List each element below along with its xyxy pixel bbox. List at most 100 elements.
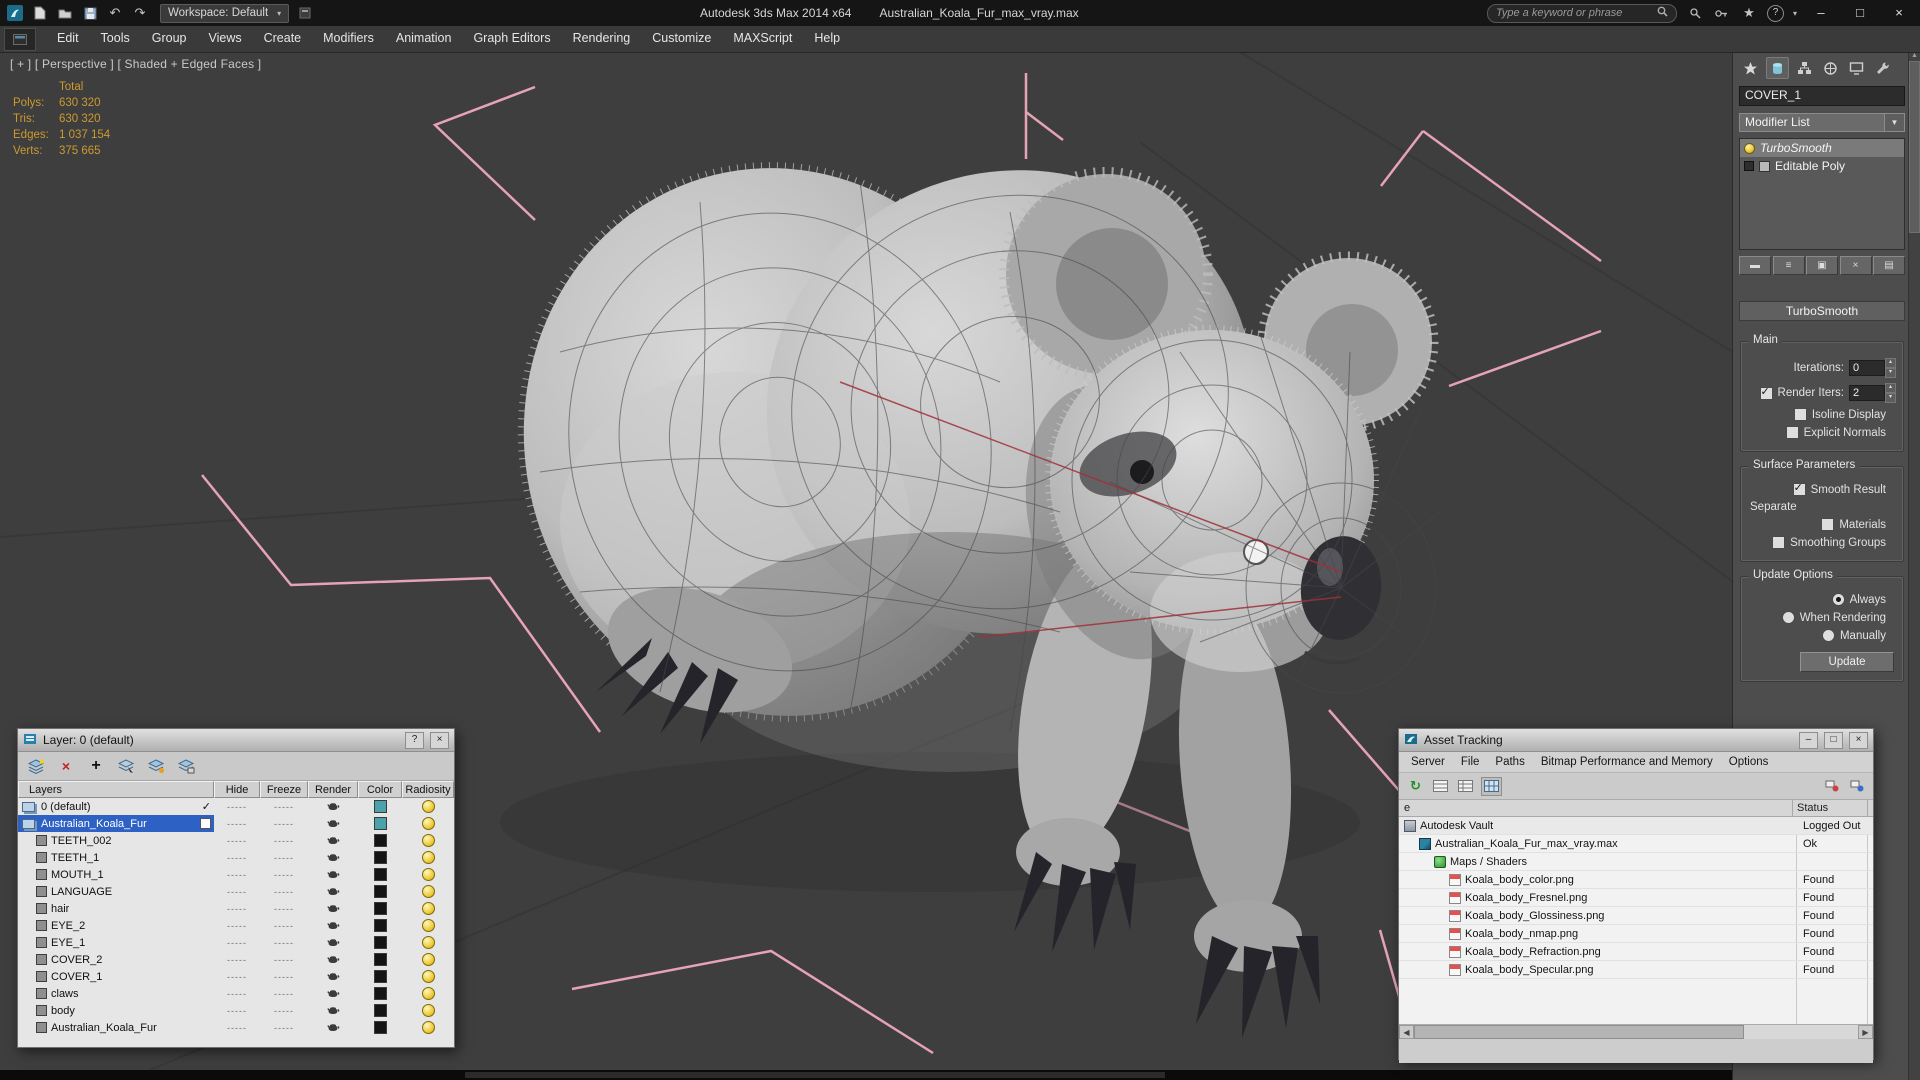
layer-properties-icon[interactable] xyxy=(176,757,196,775)
render-iters-spinner[interactable]: 2 ▴ ▾ xyxy=(1849,383,1896,403)
undo-icon[interactable]: ↶ xyxy=(106,4,124,22)
color-swatch[interactable] xyxy=(358,985,402,1002)
layer-column-render[interactable]: Render xyxy=(308,781,358,798)
delete-layer-icon[interactable]: × xyxy=(56,757,76,775)
tab-utilities-icon[interactable] xyxy=(1872,58,1893,78)
close-icon[interactable]: × xyxy=(430,731,449,749)
stack-item-turbosmooth[interactable]: TurboSmooth xyxy=(1740,139,1904,157)
color-swatch[interactable] xyxy=(358,900,402,917)
hide-toggle[interactable]: ----- xyxy=(214,815,260,832)
open-file-icon[interactable] xyxy=(56,4,74,22)
layer-row-eye-2-7[interactable]: EYE_2 ----- ----- xyxy=(18,917,454,934)
radiosity-toggle[interactable] xyxy=(402,934,454,951)
freeze-toggle[interactable]: ----- xyxy=(260,900,308,917)
hide-toggle[interactable]: ----- xyxy=(214,866,260,883)
layer-row-teeth-002-2[interactable]: TEETH_002 ----- ----- xyxy=(18,832,454,849)
spinner-arrows-icon[interactable]: ▴ ▾ xyxy=(1885,383,1896,403)
new-file-icon[interactable] xyxy=(31,4,49,22)
pin-stack-button[interactable]: ▬ xyxy=(1739,256,1771,275)
color-swatch[interactable] xyxy=(358,934,402,951)
remove-modifier-button[interactable]: × xyxy=(1839,256,1872,275)
render-toggle[interactable] xyxy=(308,951,358,968)
modifier-on-bulb-icon[interactable] xyxy=(1744,142,1755,154)
layer-column-layers[interactable]: Layers xyxy=(18,781,214,798)
scroll-left-icon[interactable]: ◀ xyxy=(1399,1025,1414,1039)
menu-item-modifiers[interactable]: Modifiers xyxy=(312,26,385,52)
refresh-icon[interactable]: ↻ xyxy=(1406,778,1425,795)
close-button[interactable]: × xyxy=(1884,0,1914,26)
render-toggle[interactable] xyxy=(308,849,358,866)
asset-row-koala-body-specular-png[interactable]: Koala_body_Specular.png Found xyxy=(1399,961,1873,979)
hide-toggle[interactable]: ----- xyxy=(214,951,260,968)
object-name-field[interactable]: COVER_1 xyxy=(1739,86,1905,106)
render-toggle[interactable] xyxy=(308,866,358,883)
radiosity-toggle[interactable] xyxy=(402,849,454,866)
set-current-layer-icon[interactable] xyxy=(146,757,166,775)
3ds-max-logo-icon[interactable] xyxy=(6,4,24,22)
hide-toggle[interactable]: ----- xyxy=(214,968,260,985)
render-toggle[interactable] xyxy=(308,1019,358,1036)
stack-item-editable-poly[interactable]: Editable Poly xyxy=(1740,157,1904,175)
menu-item-help[interactable]: Help xyxy=(803,26,851,52)
menu-item-tools[interactable]: Tools xyxy=(90,26,141,52)
render-toggle[interactable] xyxy=(308,815,358,832)
menu-item-customize[interactable]: Customize xyxy=(641,26,722,52)
hide-toggle[interactable]: ----- xyxy=(214,985,260,1002)
tab-create-icon[interactable] xyxy=(1740,58,1761,78)
network-path-red-icon[interactable] xyxy=(1822,778,1841,795)
window-icon[interactable] xyxy=(4,27,36,51)
freeze-toggle[interactable]: ----- xyxy=(260,934,308,951)
radiosity-toggle[interactable] xyxy=(402,832,454,849)
hide-toggle[interactable]: ----- xyxy=(214,917,260,934)
render-toggle[interactable] xyxy=(308,832,358,849)
minimize-button[interactable]: – xyxy=(1799,731,1818,749)
asset-name-column-header[interactable]: e xyxy=(1399,800,1793,816)
asset-row-koala-body-nmap-png[interactable]: Koala_body_nmap.png Found xyxy=(1399,925,1873,943)
asset-row-autodesk-vault[interactable]: Autodesk Vault Logged Out xyxy=(1399,817,1873,835)
color-swatch[interactable] xyxy=(358,968,402,985)
color-swatch[interactable] xyxy=(358,1019,402,1036)
scrollbar-thumb[interactable] xyxy=(1909,61,1920,233)
turbosmooth-rollout-header[interactable]: TurboSmooth xyxy=(1739,301,1905,321)
select-layer-objects-icon[interactable] xyxy=(116,757,136,775)
layer-row-hair-6[interactable]: hair ----- ----- xyxy=(18,900,454,917)
freeze-toggle[interactable]: ----- xyxy=(260,883,308,900)
color-swatch[interactable] xyxy=(358,883,402,900)
asset-menu-paths[interactable]: Paths xyxy=(1487,756,1532,768)
color-swatch[interactable] xyxy=(358,815,402,832)
smooth-result-checkbox[interactable] xyxy=(1792,481,1806,496)
menu-item-animation[interactable]: Animation xyxy=(385,26,463,52)
render-iters-checkbox[interactable] xyxy=(1759,385,1773,400)
color-swatch[interactable] xyxy=(358,798,402,815)
color-swatch[interactable] xyxy=(358,866,402,883)
tab-hierarchy-icon[interactable] xyxy=(1794,58,1815,78)
hide-toggle[interactable]: ----- xyxy=(214,1002,260,1019)
isoline-display-checkbox[interactable] xyxy=(1793,408,1807,421)
radiosity-toggle[interactable] xyxy=(402,1019,454,1036)
freeze-toggle[interactable]: ----- xyxy=(260,968,308,985)
command-panel-scrollbar[interactable]: ▲ xyxy=(1908,52,1920,1080)
help-chevron-icon[interactable]: ▾ xyxy=(1793,9,1797,18)
asset-row-maps-shaders[interactable]: Maps / Shaders xyxy=(1399,853,1873,871)
new-layer-icon[interactable] xyxy=(26,757,46,775)
asset-menu-bitmap-performance-and-memory[interactable]: Bitmap Performance and Memory xyxy=(1533,756,1721,768)
asset-row-koala-body-fresnel-png[interactable]: Koala_body_Fresnel.png Found xyxy=(1399,889,1873,907)
radiosity-toggle[interactable] xyxy=(402,1002,454,1019)
when-rendering-radio[interactable] xyxy=(1781,611,1795,624)
layer-row-australian-koala-fur-13[interactable]: Australian_Koala_Fur ----- ----- xyxy=(18,1019,454,1036)
radiosity-toggle[interactable] xyxy=(402,798,454,815)
search-icon[interactable] xyxy=(1657,4,1668,22)
radiosity-toggle[interactable] xyxy=(402,866,454,883)
radiosity-toggle[interactable] xyxy=(402,815,454,832)
color-swatch[interactable] xyxy=(358,849,402,866)
table-view-icon[interactable] xyxy=(1431,778,1450,795)
asset-row-koala-body-refraction-png[interactable]: Koala_body_Refraction.png Found xyxy=(1399,943,1873,961)
asset-row-australian-koala-fur-max-vray-max[interactable]: Australian_Koala_Fur_max_vray.max Ok xyxy=(1399,835,1873,853)
layer-row-teeth-1-3[interactable]: TEETH_1 ----- ----- xyxy=(18,849,454,866)
render-toggle[interactable] xyxy=(308,985,358,1002)
add-to-layer-icon[interactable]: + xyxy=(86,757,106,775)
layer-column-hide[interactable]: Hide xyxy=(214,781,260,798)
radiosity-toggle[interactable] xyxy=(402,917,454,934)
menu-item-edit[interactable]: Edit xyxy=(46,26,90,52)
make-unique-button[interactable]: ▣ xyxy=(1806,256,1838,275)
